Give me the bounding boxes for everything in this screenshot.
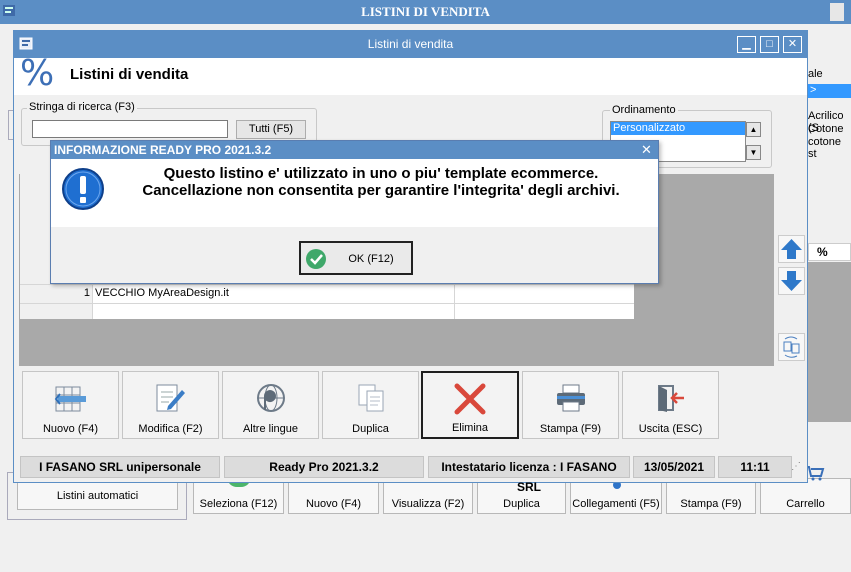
- bg-right-label-5: cotone st: [808, 136, 842, 160]
- main-window-titlebar: LISTINI DI VENDITA: [0, 0, 851, 24]
- bg-pct-header: % PRI: [808, 243, 851, 275]
- seleziona-label: Seleziona (F12): [199, 498, 278, 510]
- check-green-icon: [306, 249, 326, 269]
- listini-window-titlebar: Listini di vendita: [14, 31, 807, 58]
- ok-label: OK (F12): [348, 253, 394, 265]
- minimize-button[interactable]: ▁: [737, 36, 756, 53]
- status-date: 13/05/2021: [633, 456, 715, 478]
- sort-scroll-down[interactable]: ▼: [746, 145, 761, 160]
- tutti-button[interactable]: Tutti (F5): [236, 120, 306, 139]
- visualizza-label: Visualizza (F2): [391, 498, 465, 510]
- sort-option-selected[interactable]: Personalizzato: [611, 122, 745, 135]
- duplica-label: Duplica: [352, 423, 389, 435]
- bg-right-label-1: ale: [808, 68, 823, 80]
- move-up-button[interactable]: [778, 235, 805, 263]
- edit-icon: [156, 384, 185, 412]
- bg-stampa-button[interactable]: Stampa (F9): [666, 478, 756, 514]
- dialog-title: INFORMAZIONE READY PRO 2021.3.2: [54, 143, 272, 157]
- refresh-icon: [783, 336, 800, 358]
- modifica-label: Modifica (F2): [138, 423, 203, 435]
- refresh-button[interactable]: [778, 333, 805, 361]
- grid-row-num: 1: [83, 287, 90, 299]
- nuovo-label: Nuovo (F4): [42, 423, 99, 435]
- exit-door-icon: [658, 385, 684, 412]
- main-window-scroll-stub: [830, 3, 844, 21]
- dialog-message-line2: Cancellazione non consentita per garanti…: [142, 182, 620, 199]
- percent-icon: %: [20, 53, 55, 94]
- seleziona-button[interactable]: Seleziona (F12): [193, 477, 284, 514]
- altre-lingue-button[interactable]: Altre lingue: [222, 371, 319, 439]
- bg-right-selected[interactable]: >: [808, 84, 851, 98]
- collegamenti-label: Collegamenti (F5): [572, 498, 660, 510]
- search-label: Stringa di ricerca (F3): [27, 101, 137, 113]
- copy-icon: [358, 384, 384, 412]
- bg-stampa-label: Stampa (F9): [680, 498, 742, 510]
- status-company: I FASANO SRL unipersonale: [20, 456, 220, 478]
- dialog-message-line1: Questo listino e' utilizzato in uno o pi…: [163, 165, 599, 182]
- altre-lingue-label: Altre lingue: [242, 423, 299, 435]
- stampa-label: Stampa (F9): [539, 423, 602, 435]
- status-license: Intestatario licenza : I FASANO SRL: [428, 456, 630, 494]
- search-input[interactable]: [32, 120, 228, 138]
- modifica-button[interactable]: Modifica (F2): [122, 371, 219, 439]
- bg-grid-area: [808, 262, 851, 422]
- stampa-button[interactable]: Stampa (F9): [522, 371, 619, 439]
- sort-scroll-up[interactable]: ▲: [746, 122, 761, 137]
- cart-icon: [806, 466, 825, 481]
- info-dialog: INFORMAZIONE READY PRO 2021.3.2 ✕ Questo…: [50, 140, 659, 284]
- info-icon: [61, 167, 105, 214]
- uscita-label: Uscita (ESC): [638, 423, 703, 435]
- bg-nuovo-button[interactable]: Nuovo (F4): [288, 478, 379, 514]
- header-title: Listini di vendita: [70, 66, 189, 83]
- arrow-up-icon: [781, 239, 802, 259]
- dialog-close-icon[interactable]: ✕: [641, 142, 652, 158]
- close-window-button[interactable]: ✕: [783, 36, 802, 53]
- maximize-button[interactable]: □: [760, 36, 779, 53]
- visualizza-button[interactable]: Visualizza (F2): [383, 478, 473, 514]
- main-window-title: LISTINI DI VENDITA: [361, 4, 490, 19]
- status-time: 11:11: [718, 456, 792, 478]
- app-icon: [2, 3, 18, 22]
- bg-nuovo-label: Nuovo (F4): [305, 498, 362, 510]
- dialog-titlebar: INFORMAZIONE READY PRO 2021.3.2: [51, 141, 658, 159]
- collegamenti-button[interactable]: Collegamenti (F5): [570, 478, 662, 514]
- grid-row-name[interactable]: VECCHIO MyAreaDesign.it: [95, 287, 229, 299]
- move-down-button[interactable]: [778, 267, 805, 295]
- globe-icon: [257, 384, 285, 412]
- status-version: Ready Pro 2021.3.2: [224, 456, 424, 478]
- carrello-label: Carrello: [786, 498, 825, 510]
- arrow-down-icon: [781, 271, 802, 291]
- listini-window-title: Listini di vendita: [367, 37, 454, 51]
- ok-button[interactable]: OK (F12): [299, 241, 413, 275]
- bg-right-label-4: Cotone: [808, 123, 844, 135]
- bg-duplica-label: Duplica: [503, 498, 540, 510]
- duplica-button[interactable]: Duplica: [322, 371, 419, 439]
- grid-add-icon: [54, 386, 86, 412]
- carrello-button[interactable]: Carrello: [760, 466, 851, 514]
- elimina-button[interactable]: Elimina: [421, 371, 519, 439]
- nuovo-button[interactable]: Nuovo (F4): [22, 371, 119, 439]
- resize-grip-icon[interactable]: ⋰: [791, 461, 801, 472]
- elimina-label: Elimina: [451, 422, 489, 434]
- listini-automatici-button[interactable]: Listini automatici: [17, 482, 178, 510]
- printer-icon: [557, 384, 585, 412]
- delete-x-icon: [454, 383, 486, 415]
- uscita-button[interactable]: Uscita (ESC): [622, 371, 719, 439]
- sort-label: Ordinamento: [610, 104, 678, 116]
